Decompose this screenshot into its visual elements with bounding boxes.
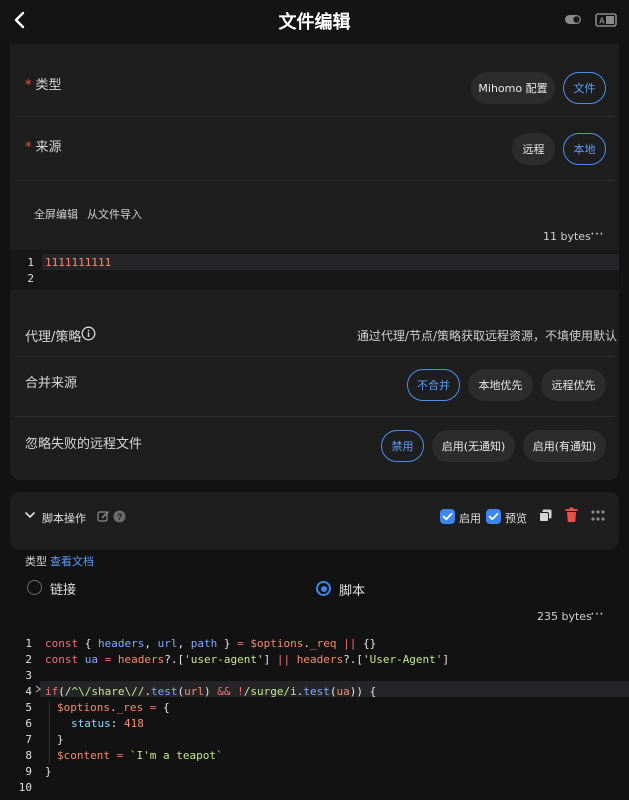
code-line: const { headers, url, path } = $options.… <box>45 637 377 650</box>
script-size: 235 bytes <box>537 610 592 623</box>
divider <box>14 356 615 357</box>
line-number: 10 <box>18 781 32 794</box>
more-icon[interactable]: ⋯ <box>590 606 605 622</box>
drag-handle-icon[interactable] <box>590 509 606 523</box>
chevron-down-icon[interactable] <box>24 510 36 520</box>
script-type-label: 类型 <box>25 555 47 568</box>
radio-script-label: 脚本 <box>339 584 366 599</box>
fullscreen-edit-link[interactable]: 全屏编辑 <box>34 206 78 222</box>
info-icon[interactable] <box>81 326 96 341</box>
view-docs-link[interactable]: 查看文档 <box>50 553 94 569</box>
source-row-label: * 来源 <box>25 140 62 155</box>
code-line: $options._res = { <box>57 701 170 714</box>
trash-icon[interactable] <box>564 507 579 523</box>
preview-label: 预览 <box>505 512 527 525</box>
enable-checkbox[interactable] <box>440 509 455 524</box>
svg-text:A: A <box>599 17 605 26</box>
proxy-row-label: 代理/策略 <box>25 330 82 345</box>
toggle-icon[interactable] <box>562 10 586 30</box>
import-from-file-link[interactable]: 从文件导入 <box>87 206 142 222</box>
code-line: status: 418 <box>71 717 144 730</box>
merge-option-none[interactable]: 不合并 <box>407 369 460 401</box>
top-bar: 文件编辑 A <box>0 0 629 44</box>
fold-icon[interactable] <box>34 684 42 694</box>
radio-link-label: 链接 <box>50 583 77 598</box>
preview-checkbox[interactable] <box>486 509 501 524</box>
code-line: $content = `I'm a teapot` <box>57 749 223 762</box>
ignore-failed-row-label: 忽略失败的远程文件 <box>25 437 143 452</box>
merge-option-remote-first[interactable]: 远程优先 <box>541 369 606 401</box>
line-number: 4 <box>25 685 32 698</box>
merge-row-label: 合并来源 <box>25 376 78 391</box>
merge-option-local-first[interactable]: 本地优先 <box>468 369 533 401</box>
line-number: 2 <box>27 272 34 285</box>
line-number: 2 <box>25 653 32 666</box>
code-line: } <box>57 733 64 746</box>
check-icon <box>442 512 453 521</box>
code-line: } <box>45 765 52 778</box>
more-icon[interactable]: ⋯ <box>590 226 605 242</box>
line-number: 1 <box>25 637 32 650</box>
line-number: 1 <box>27 256 34 269</box>
required-mark: * <box>25 78 32 93</box>
line-number: 5 <box>25 701 32 714</box>
page-title: 文件编辑 <box>278 12 351 33</box>
indent-guide <box>49 701 50 765</box>
divider <box>14 416 615 417</box>
check-icon <box>488 512 499 521</box>
edit-icon[interactable] <box>97 510 110 523</box>
line-number: 8 <box>25 749 32 762</box>
file-code-editor[interactable]: 1 2 1111111111 <box>10 250 619 290</box>
required-mark: * <box>25 140 32 155</box>
line-number: 7 <box>25 733 32 746</box>
code-line: const ua = headers?.['user-agent'] || he… <box>45 653 450 666</box>
line-number: 3 <box>25 669 32 682</box>
ignore-option-silent[interactable]: 启用(无通知) <box>432 430 515 462</box>
line-number: 9 <box>25 765 32 778</box>
help-icon[interactable]: ? <box>113 510 126 523</box>
ignore-option-disabled[interactable]: 禁用 <box>381 430 424 462</box>
copy-icon[interactable] <box>538 508 553 523</box>
proxy-input[interactable]: 通过代理/节点/策略获取远程资源，不填使用默认 <box>357 327 617 344</box>
code-line: 1111111111 <box>45 256 112 269</box>
enable-label: 启用 <box>459 512 481 525</box>
radio-link[interactable] <box>27 580 42 595</box>
line-number: 6 <box>25 717 32 730</box>
translate-icon[interactable]: A <box>594 10 618 30</box>
svg-text:?: ? <box>117 512 123 522</box>
type-option-file[interactable]: 文件 <box>563 72 606 104</box>
script-section-title: 脚本操作 <box>42 512 86 525</box>
source-option-local[interactable]: 本地 <box>563 133 606 165</box>
type-row-label: * 类型 <box>25 78 62 93</box>
ignore-option-notify[interactable]: 启用(有通知) <box>523 430 606 462</box>
type-option-mihomo[interactable]: Mihomo 配置 <box>471 72 555 104</box>
file-size: 11 bytes <box>543 230 591 243</box>
active-line-highlight <box>42 254 619 270</box>
divider <box>14 116 615 117</box>
code-line: if(/^\/share\//.test(url) && !/surge/i.t… <box>45 685 377 698</box>
source-option-remote[interactable]: 远程 <box>512 133 555 165</box>
divider <box>14 180 615 181</box>
radio-script[interactable] <box>316 581 331 596</box>
